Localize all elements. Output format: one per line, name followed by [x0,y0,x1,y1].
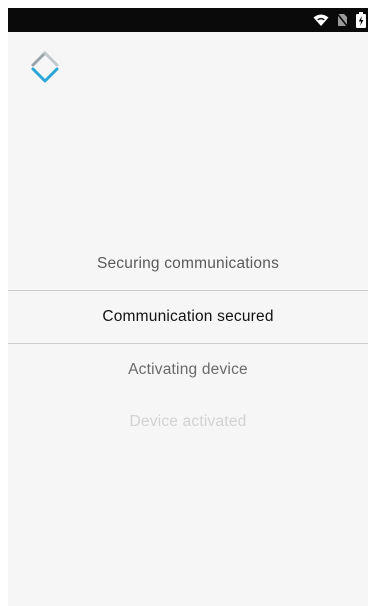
app-logo-icon [28,50,62,84]
wifi-icon [313,13,329,27]
battery-icon [356,12,366,28]
step-activating-device: Activating device [128,361,248,378]
step-communication-secured: Communication secured [8,290,368,344]
activation-steps: Securing communications Communication se… [8,238,368,448]
status-bar [8,8,368,32]
screen: Securing communications Communication se… [8,8,368,606]
status-icons [313,8,368,32]
step-device-activated: Device activated [129,413,247,430]
step-securing-communications: Securing communications [96,255,280,272]
no-sim-icon [337,13,348,27]
